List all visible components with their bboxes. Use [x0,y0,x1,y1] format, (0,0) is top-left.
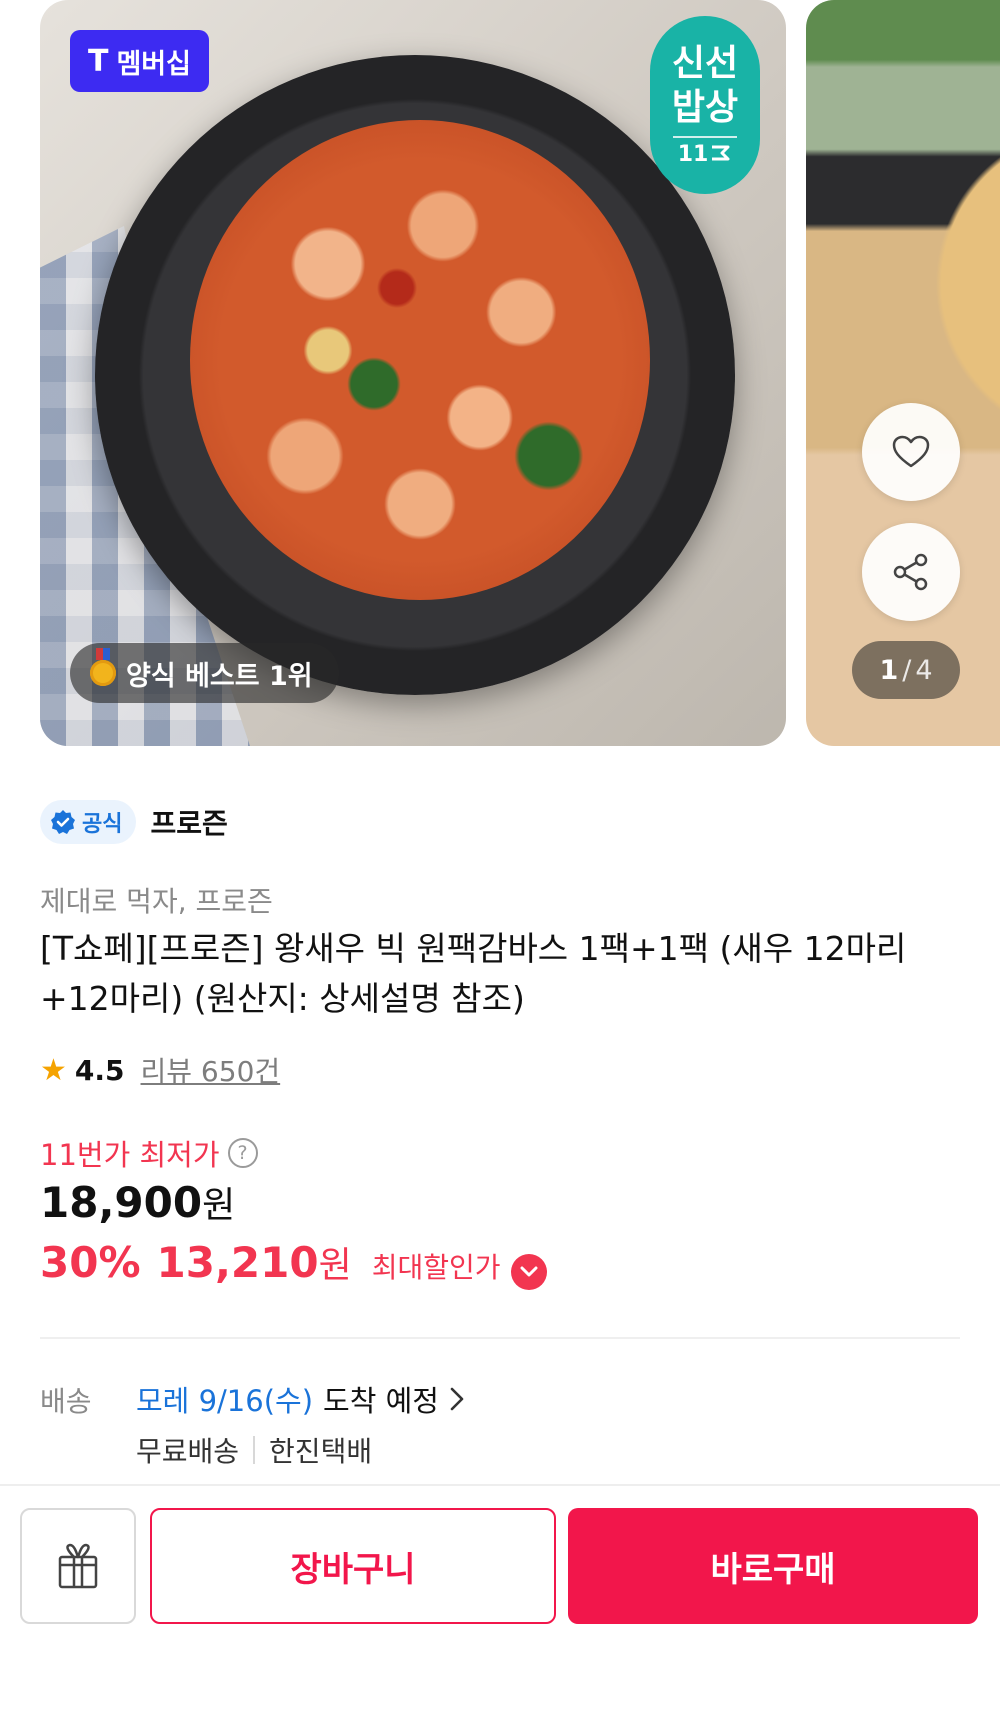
product-title: [T쇼페][프로즌] 왕새우 빅 원팩감바스 1팩+1팩 (새우 12마리+12… [40,929,907,1018]
product-image-next[interactable] [806,0,1000,746]
membership-mark: T [88,43,109,79]
star-icon: ★ [40,1052,67,1088]
review-count-link[interactable]: 리뷰 650건 [141,1050,281,1090]
buy-now-button[interactable]: 바로구매 [568,1508,978,1624]
lowest-price-row: 11번가 최저가 ? [40,1132,258,1174]
seller-name[interactable]: 프로즌 [150,802,227,842]
original-price-value: 18,900 [40,1178,203,1227]
membership-badge: T 멤버십 [70,30,209,92]
product-image-carousel[interactable]: T 멤버십 신선 밥상 11 양식 베스트 1위 1 / 4 [0,0,1000,750]
medal-icon [90,648,116,686]
bottom-action-bar: 장바구니 바로구매 [0,1484,1000,1731]
section-divider [40,1337,960,1339]
sale-price-unit: 원 [318,1245,352,1286]
eleven-street-logo-text: 11 [677,142,709,167]
delivery-date: 모레 9/16(수) [136,1384,314,1418]
original-price-unit: 원 [202,1185,236,1226]
shipping-details: 무료배송 한진택배 [136,1430,372,1470]
original-price: 18,900원 [40,1176,235,1228]
max-discount-toggle[interactable]: 최대할인가 [371,1246,547,1290]
brand-tagline: 제대로 먹자, 프로즌 [40,885,273,918]
official-badge: 공식 [40,800,137,844]
shipping-separator [253,1436,256,1464]
fresh-badge-line2: 밥상 [671,87,739,128]
best-rank-label: 양식 베스트 1위 [126,660,313,692]
shipping-fee: 무료배송 [136,1435,240,1468]
pager-total: 4 [915,654,933,686]
sale-price-row: 30% 13,210원 최대할인가 [40,1236,547,1290]
max-discount-label: 최대할인가 [371,1251,501,1284]
share-icon [893,553,928,591]
sale-price-value: 13,210 [156,1238,319,1287]
add-to-cart-button[interactable]: 장바구니 [150,1508,556,1624]
share-button[interactable] [862,523,960,621]
gift-icon [58,1543,98,1589]
membership-label: 멤버십 [116,48,191,80]
lowest-price-label: 11번가 최저가 [40,1138,220,1172]
gift-button[interactable] [20,1508,136,1624]
verified-check-icon [51,810,75,834]
shipping-carrier: 한진택배 [269,1435,373,1468]
product-image-main[interactable]: T 멤버십 신선 밥상 11 양식 베스트 1위 [40,0,786,746]
discount-rate: 30% [40,1238,141,1287]
fresh-badge-line1: 신선 [671,43,739,84]
delivery-arrival: 도착 예정 [323,1384,439,1418]
delivery-estimate-link[interactable]: 모레 9/16(수) 도착 예정 [136,1378,465,1420]
rating-score: 4.5 [74,1053,125,1087]
sale-price: 13,210원 [157,1236,352,1288]
chevron-right-icon [450,1387,464,1411]
wishlist-button[interactable] [862,403,960,501]
chevron-down-icon [510,1254,547,1290]
seller-row[interactable]: 공식 프로즌 [40,800,228,844]
shipping-label: 배송 [40,1385,92,1418]
pager-separator: / [902,654,912,686]
eleven-street-logo: 11 [678,142,733,168]
food-image [190,120,650,600]
help-icon[interactable]: ? [227,1138,258,1168]
heart-icon [892,435,930,468]
fresh-badge-divider [673,136,737,138]
best-rank-badge: 양식 베스트 1위 [70,643,339,703]
fresh-table-badge: 신선 밥상 11 [650,16,760,194]
image-pager: 1 / 4 [852,641,960,699]
official-label: 공식 [82,812,123,837]
rating-row[interactable]: ★ 4.5 리뷰 650건 [40,1050,280,1090]
pager-current: 1 [879,654,899,686]
